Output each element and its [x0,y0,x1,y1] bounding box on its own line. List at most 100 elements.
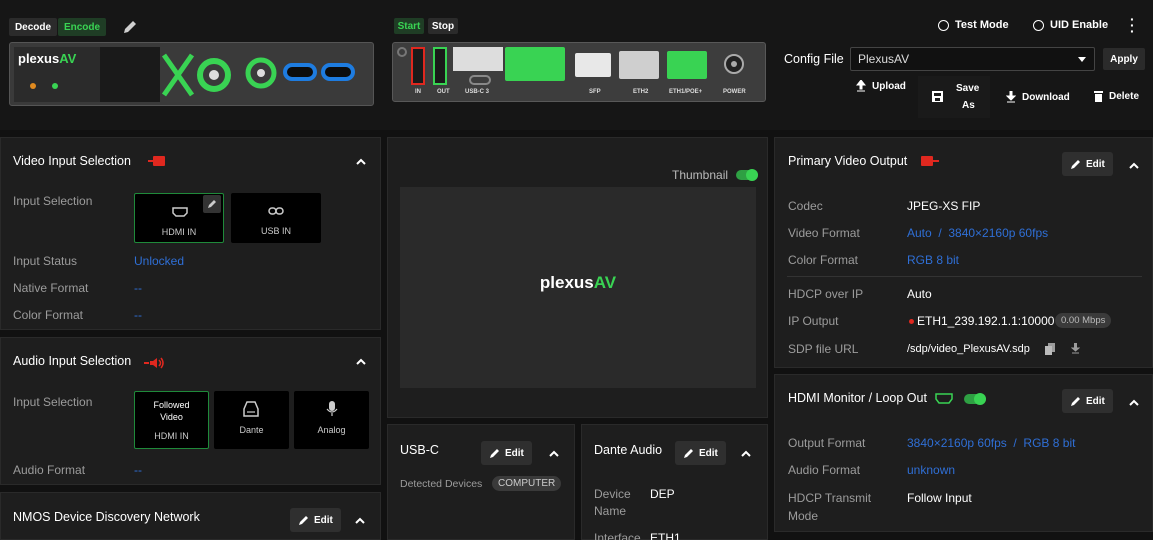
dante-panel: Dante Audio Edit Device Name DEP Interfa… [581,424,768,540]
encode-button[interactable]: Encode [58,18,106,36]
hdmi-tile-edit-button[interactable] [203,195,221,213]
device-brand-accent: AV [59,51,77,66]
input-status-value: Unlocked [134,254,185,268]
dante-edit-button[interactable]: Edit [675,441,726,465]
port-label-sfp: SFP [589,89,601,95]
more-options-icon[interactable]: · · · [1130,12,1135,38]
eth1-poe-port [667,51,707,79]
followed-video-tile[interactable]: Followed Video HDMI IN [134,391,209,449]
usbc-edit-button[interactable]: Edit [481,441,532,465]
color-format-value: -- [134,308,142,322]
pencil-icon[interactable] [122,19,138,35]
video-input-panel: Video Input Selection Input Selection HD… [0,137,381,330]
sdp-url-label: SDP file URL [788,342,859,356]
ip-output-value: ETH1_239.192.1.1:10000 [917,314,1055,328]
save-icon [932,91,943,102]
chevron-up-icon[interactable] [549,450,559,457]
eth2-port [619,51,659,79]
audio-format-value: -- [134,463,142,477]
device-brand: plexus [18,51,60,66]
interface-label: Interface [594,531,641,540]
usbc-panel: USB-C Edit Detected Devices COMPUTER [387,424,575,540]
followed-video-line1: Followed [153,400,190,410]
usb-in-tile[interactable]: USB IN [231,193,321,243]
network-icon [243,401,259,417]
chevron-up-icon[interactable] [356,358,366,365]
port-label-usbc3: USB-C 3 [465,89,490,95]
followed-video-line3: HDMI IN [154,431,189,441]
audio-format-label: Audio Format [13,463,86,477]
analog-tile[interactable]: Analog [294,391,369,449]
save-as-label-1: Save [956,83,980,94]
port-label-power: POWER [723,89,746,95]
chevron-up-icon[interactable] [1129,399,1139,406]
ip-rate-badge: 0.00 Mbps [1055,313,1112,328]
hdcp-transmit-label-2: Mode [788,509,819,523]
device-name-label-1: Device [594,487,631,501]
dante-edit-label: Edit [699,447,718,459]
hdmi-out-port [433,47,447,85]
sfp-port [575,53,611,77]
chevron-up-icon[interactable] [1129,162,1139,169]
usb-port-icon-2 [321,63,355,81]
nmos-edit-button[interactable]: Edit [290,508,341,532]
chevron-up-icon[interactable] [355,517,365,524]
link-icon [268,207,284,215]
interface-value: ETH1 [650,531,681,540]
thumbnail-toggle[interactable] [736,169,758,181]
download-button[interactable]: Download [1006,91,1070,103]
top-toolbar: Decode Encode plexusAV Start Stop IN OUT… [0,0,1153,130]
speaker-alert-icon [144,357,164,369]
nmos-panel: NMOS Device Discovery Network Edit [0,492,381,540]
save-as-label-2: As [962,100,975,111]
analog-tile-label: Analog [317,425,346,435]
hdmi-monitor-toggle[interactable] [964,393,986,405]
apply-label: Apply [1110,53,1138,65]
input-status-label: Input Status [13,254,78,268]
status-dot-red [909,319,914,324]
test-mode-radio[interactable]: Test Mode [938,19,1009,31]
chevron-down-icon [1078,57,1086,62]
config-file-select[interactable]: PlexusAV [850,47,1095,71]
usb-port-icon-1 [283,63,317,81]
color-format-label: Color Format [13,308,84,322]
device-name-label-2: Name [594,504,627,518]
device-front-image: plexusAV [9,42,374,106]
hdmi-monitor-title: HDMI Monitor / Loop Out [788,391,927,405]
stop-button[interactable]: Stop [428,18,458,34]
save-as-button[interactable]: Save As [918,76,990,118]
chevron-up-icon[interactable] [741,450,751,457]
upload-icon [856,80,866,92]
chevron-up-icon[interactable] [356,158,366,165]
config-file-value: PlexusAV [858,52,910,66]
download-label: Download [1022,91,1070,103]
dante-tile-label: Dante [239,425,264,435]
pencil-icon [208,200,216,208]
primary-video-output-panel: Primary Video Output Edit Codec JPEG-XS … [774,137,1153,368]
port-label-out: OUT [437,89,450,95]
hdmi-monitor-edit-button[interactable]: Edit [1062,389,1113,413]
decode-label: Decode [14,21,52,33]
xo-logo-icon [162,53,231,97]
thumbnail-panel: Thumbnail plexusAV [387,137,768,418]
thumbnail-label: Thumbnail [672,168,729,182]
copy-icon[interactable] [1045,343,1055,355]
config-file-label: Config File [784,52,844,66]
device-back-image: IN OUT USB-C 3 SFP ETH2 ETH1/POE+ POWER [392,42,766,102]
delete-button[interactable]: Delete [1094,91,1139,102]
port-label-eth1: ETH1/POE+ [669,89,703,95]
detected-devices-label: Detected Devices [400,478,483,490]
dante-tile[interactable]: Dante [214,391,289,449]
apply-button[interactable]: Apply [1103,48,1145,70]
download-icon[interactable] [1071,343,1080,354]
hdmi-in-tile[interactable]: HDMI IN [134,193,224,243]
thumbnail-preview: plexusAV [400,187,756,388]
hdmi-monitor-panel: HDMI Monitor / Loop Out Edit Output Form… [774,374,1153,532]
uid-enable-radio[interactable]: UID Enable [1033,19,1108,31]
start-label: Start [397,20,421,32]
decode-button[interactable]: Decode [9,18,57,36]
pencil-icon [1071,159,1080,169]
start-button[interactable]: Start [394,18,424,34]
primary-output-edit-button[interactable]: Edit [1062,152,1113,176]
upload-button[interactable]: Upload [856,80,906,92]
